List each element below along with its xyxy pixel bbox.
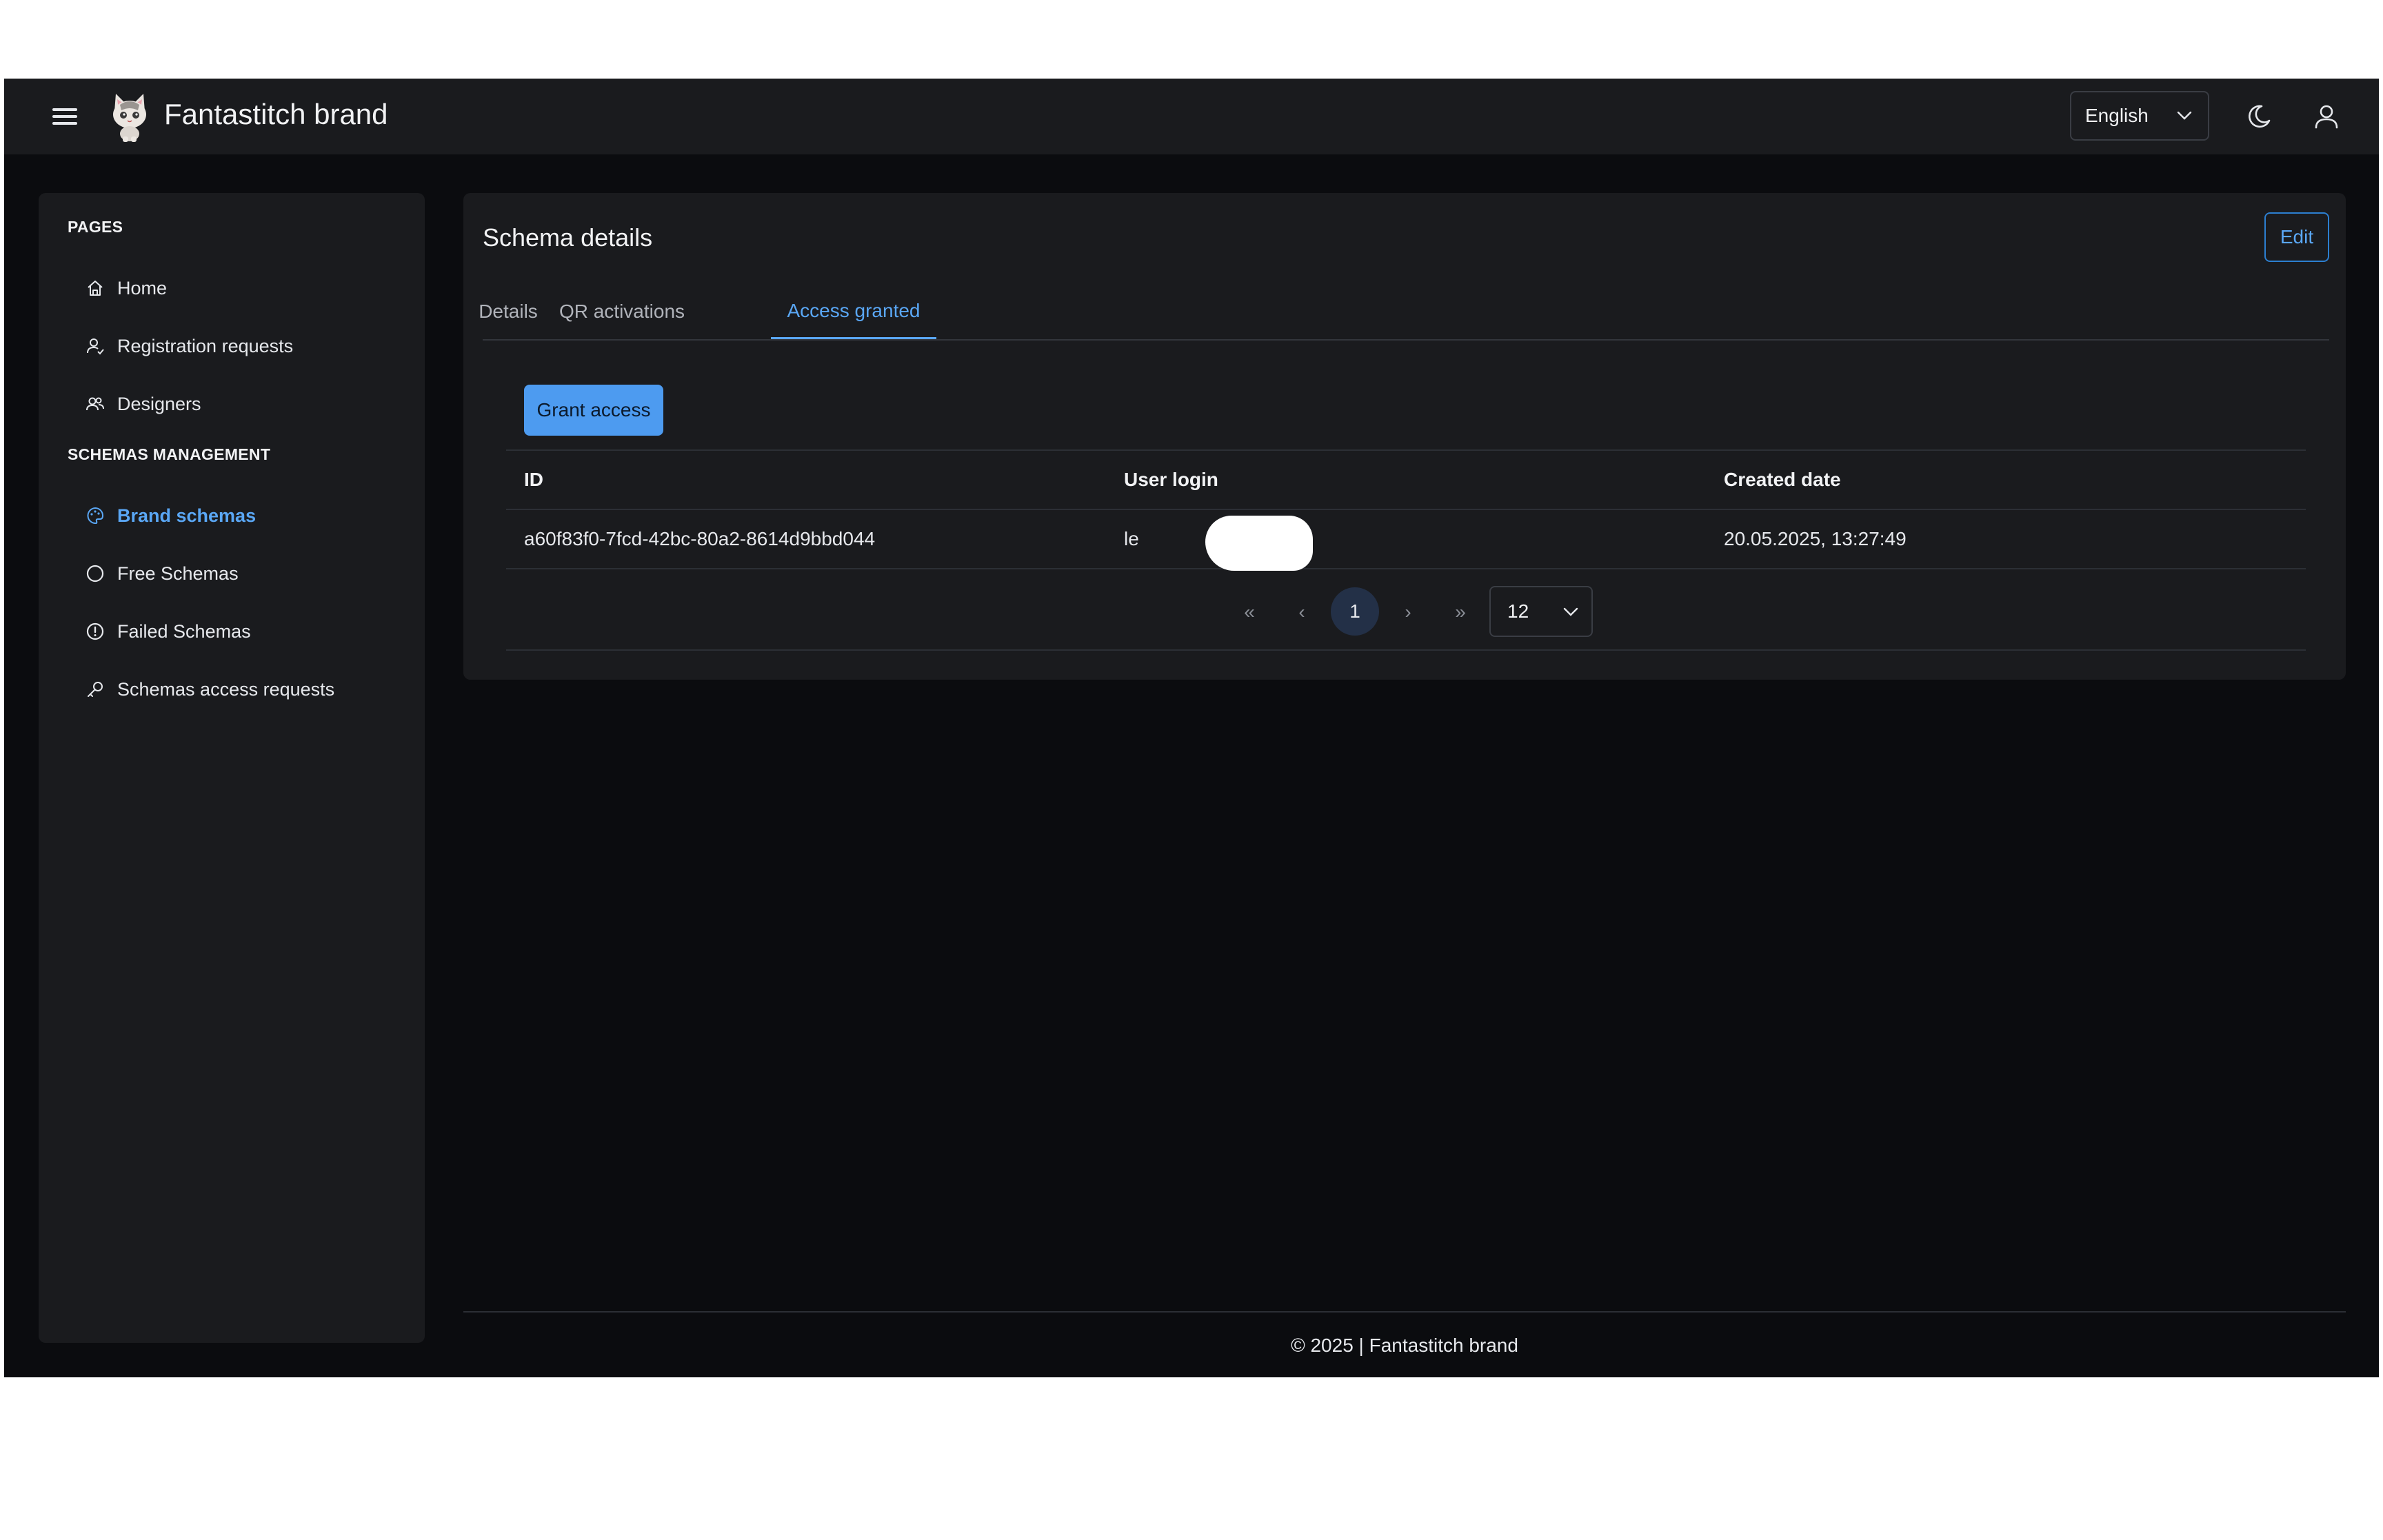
palette-icon bbox=[84, 505, 106, 527]
sidebar-item-label: Home bbox=[117, 277, 168, 298]
sidebar-section-pages: PAGES bbox=[68, 218, 123, 236]
sidebar-item-label: Free Schemas bbox=[117, 563, 239, 584]
chevron-down-icon bbox=[1563, 607, 1578, 616]
footer-text: © 2025 | Fantastitch brand bbox=[1291, 1335, 1518, 1356]
divider bbox=[506, 649, 2306, 651]
sidebar-section-schemas-management: SCHEMAS MANAGEMENT bbox=[68, 445, 271, 463]
column-header-user-login[interactable]: User login bbox=[1124, 451, 1218, 509]
edit-button[interactable]: Edit bbox=[2264, 212, 2329, 262]
cell-id: a60f83f0-7fcd-42bc-80a2-8614d9bbd044 bbox=[524, 528, 876, 549]
sidebar-item-schemas-access-requests[interactable]: Schemas access requests bbox=[84, 670, 408, 709]
redaction-mark bbox=[1205, 516, 1313, 571]
chevron-down-icon bbox=[2177, 111, 2192, 120]
last-page-button[interactable]: » bbox=[1440, 590, 1481, 634]
tab-access-granted[interactable]: Access granted bbox=[771, 284, 936, 339]
tab-qr-activations[interactable]: QR activations bbox=[554, 284, 690, 339]
sidebar-item-label: Brand schemas bbox=[117, 505, 257, 526]
sidebar-item-home[interactable]: Home bbox=[84, 269, 408, 307]
hamburger-menu-icon[interactable] bbox=[48, 104, 84, 129]
page-size-select[interactable]: 12 bbox=[1489, 586, 1593, 637]
cat-logo-icon bbox=[108, 91, 152, 142]
sidebar: PAGES Home Registration requests Designe… bbox=[39, 193, 425, 1343]
moon-icon[interactable] bbox=[2238, 96, 2280, 137]
app-window: Fantastitch brand English PAGES Home Reg… bbox=[4, 79, 2379, 1377]
sidebar-item-designers[interactable]: Designers bbox=[84, 385, 408, 423]
page-button-current[interactable]: 1 bbox=[1331, 587, 1379, 636]
next-page-button[interactable]: › bbox=[1387, 590, 1429, 634]
sidebar-item-label: Designers bbox=[117, 393, 201, 414]
column-header-id[interactable]: ID bbox=[524, 451, 543, 509]
home-icon bbox=[84, 277, 106, 299]
grant-access-button[interactable]: Grant access bbox=[524, 385, 663, 436]
footer-divider bbox=[463, 1311, 2346, 1313]
users-icon bbox=[84, 393, 106, 415]
page-title: Schema details bbox=[483, 223, 653, 252]
top-bar: Fantastitch brand English bbox=[4, 79, 2379, 154]
alert-circle-icon bbox=[84, 620, 106, 642]
sidebar-item-free-schemas[interactable]: Free Schemas bbox=[84, 554, 408, 593]
tab-bar: Details QR activations Access granted bbox=[479, 284, 2329, 341]
sidebar-item-registration-requests[interactable]: Registration requests bbox=[84, 327, 408, 365]
sidebar-item-label: Failed Schemas bbox=[117, 620, 251, 642]
user-icon[interactable] bbox=[2306, 96, 2347, 137]
key-icon bbox=[84, 678, 106, 700]
user-check-icon bbox=[84, 335, 106, 357]
brand-title[interactable]: Fantastitch brand bbox=[164, 98, 388, 131]
table-row[interactable]: a60f83f0-7fcd-42bc-80a2-8614d9bbd044 le … bbox=[506, 509, 2306, 571]
table-header-row: ID User login Created date bbox=[506, 449, 2306, 509]
circle-icon bbox=[84, 563, 106, 585]
sidebar-item-failed-schemas[interactable]: Failed Schemas bbox=[84, 612, 408, 651]
pagination: « ‹ 1 › » 12 bbox=[463, 576, 2346, 642]
schema-details-card: Schema details Edit Details QR activatio… bbox=[463, 193, 2346, 680]
language-select[interactable]: English bbox=[2070, 91, 2209, 141]
page-size-value: 12 bbox=[1507, 600, 1529, 622]
tab-details[interactable]: Details bbox=[479, 284, 538, 339]
sidebar-item-label: Registration requests bbox=[117, 335, 294, 356]
column-header-created-date[interactable]: Created date bbox=[1724, 451, 1841, 509]
cell-created-date: 20.05.2025, 13:27:49 bbox=[1724, 528, 1907, 549]
first-page-button[interactable]: « bbox=[1229, 590, 1270, 634]
prev-page-button[interactable]: ‹ bbox=[1281, 590, 1323, 634]
language-select-value: English bbox=[2085, 105, 2149, 126]
sidebar-item-brand-schemas[interactable]: Brand schemas bbox=[84, 496, 408, 535]
sidebar-item-label: Schemas access requests bbox=[117, 678, 335, 700]
access-table: ID User login Created date a60f83f0-7fcd… bbox=[506, 449, 2306, 571]
